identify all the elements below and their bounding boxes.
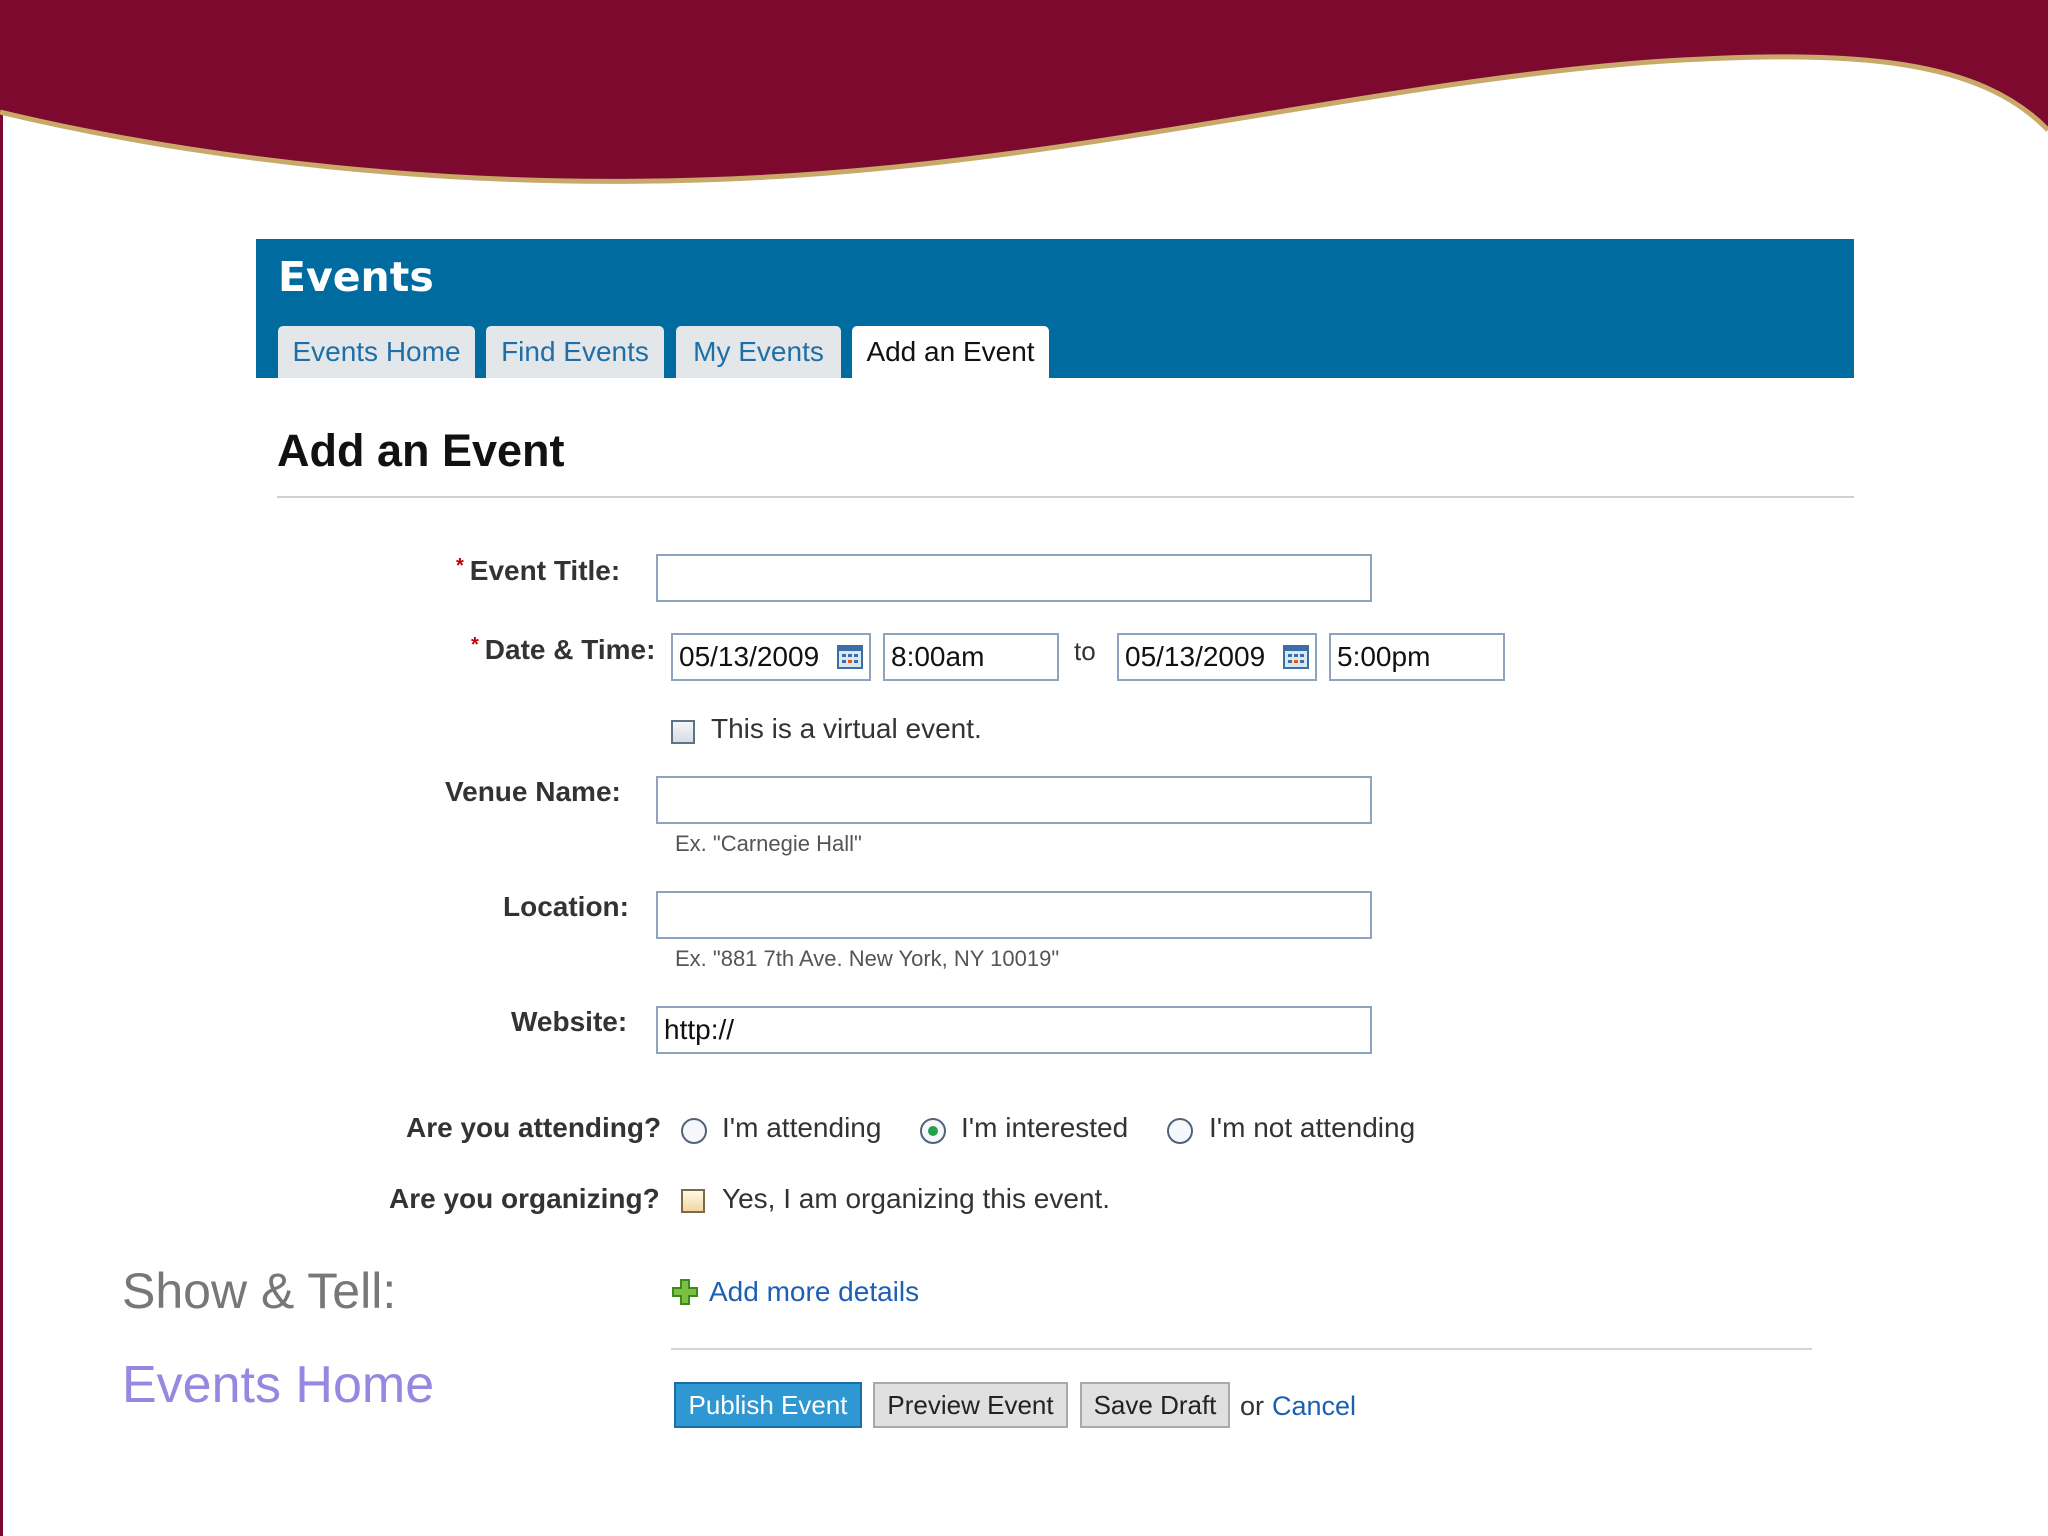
tab-events-home[interactable]: Events Home (278, 326, 475, 378)
events-header: Events Events Home Find Events My Events… (256, 239, 1854, 378)
event-title-label-text: Event Title: (469, 555, 621, 586)
start-time-field[interactable]: 8:00am (883, 633, 1059, 681)
organizing-option-label: Yes, I am organizing this event. (722, 1183, 1111, 1214)
actions-divider (671, 1348, 1812, 1350)
end-date-field[interactable]: 05/13/2009 (1117, 633, 1317, 681)
not-attending-option-label: I'm not attending (1209, 1112, 1416, 1143)
website-input[interactable]: http:// (656, 1006, 1372, 1054)
venue-name-label: Venue Name: (445, 776, 621, 807)
venue-name-input[interactable] (656, 776, 1372, 824)
organizing-checkbox[interactable] (681, 1189, 705, 1213)
publish-event-button[interactable]: Publish Event (674, 1382, 862, 1428)
plus-icon (672, 1279, 698, 1305)
preview-event-button[interactable]: Preview Event (873, 1382, 1068, 1428)
calendar-icon[interactable] (837, 645, 863, 669)
required-marker: * (456, 555, 464, 577)
save-draft-button[interactable]: Save Draft (1080, 1382, 1230, 1428)
page-title: Add an Event (277, 425, 565, 476)
attending-option-label: I'm attending (722, 1112, 882, 1143)
date-time-label-text: Date & Time: (484, 634, 656, 665)
virtual-event-label: This is a virtual event. (711, 713, 982, 744)
location-hint: Ex. "881 7th Ave. New York, NY 10019" (675, 946, 1060, 971)
required-marker: * (471, 634, 479, 656)
slide-left-border (0, 0, 3, 1536)
slide-header-banner (0, 0, 2048, 184)
add-more-details-link[interactable]: Add more details (671, 1276, 919, 1308)
organizing-label: Are you organizing? (389, 1183, 660, 1214)
event-title-input[interactable] (656, 554, 1372, 602)
start-date-field[interactable]: 05/13/2009 (671, 633, 871, 681)
calendar-icon[interactable] (1283, 645, 1309, 669)
tab-add-an-event[interactable]: Add an Event (852, 326, 1049, 378)
cancel-link[interactable]: Cancel (1272, 1391, 1356, 1422)
end-date-value: 05/13/2009 (1125, 641, 1266, 672)
tab-find-events[interactable]: Find Events (486, 326, 664, 378)
location-label: Location: (503, 891, 629, 922)
website-label: Website: (511, 1006, 628, 1037)
radio-selected-dot (928, 1126, 938, 1136)
interested-option-label: I'm interested (961, 1112, 1129, 1143)
tab-my-events[interactable]: My Events (676, 326, 841, 378)
start-date-value: 05/13/2009 (679, 641, 820, 672)
show-and-tell-caption: Show & Tell: (122, 1263, 397, 1319)
title-divider (277, 496, 1854, 498)
slide-events-home-link[interactable]: Events Home (122, 1355, 434, 1415)
not-attending-radio[interactable] (1167, 1118, 1193, 1144)
add-more-details-text: Add more details (709, 1276, 920, 1307)
event-title-label: * Event Title: (456, 555, 620, 587)
attending-label: Are you attending? (406, 1112, 662, 1143)
venue-name-hint: Ex. "Carnegie Hall" (675, 831, 862, 856)
end-time-field[interactable]: 5:00pm (1329, 633, 1505, 681)
location-input[interactable] (656, 891, 1372, 939)
attending-radio[interactable] (681, 1118, 707, 1144)
events-app-title: Events (278, 253, 434, 301)
date-time-label: * Date & Time: (471, 634, 655, 666)
date-range-to-label: to (1074, 636, 1096, 666)
or-separator: or (1240, 1391, 1265, 1421)
interested-radio[interactable] (920, 1118, 946, 1144)
virtual-event-checkbox[interactable] (671, 720, 695, 744)
